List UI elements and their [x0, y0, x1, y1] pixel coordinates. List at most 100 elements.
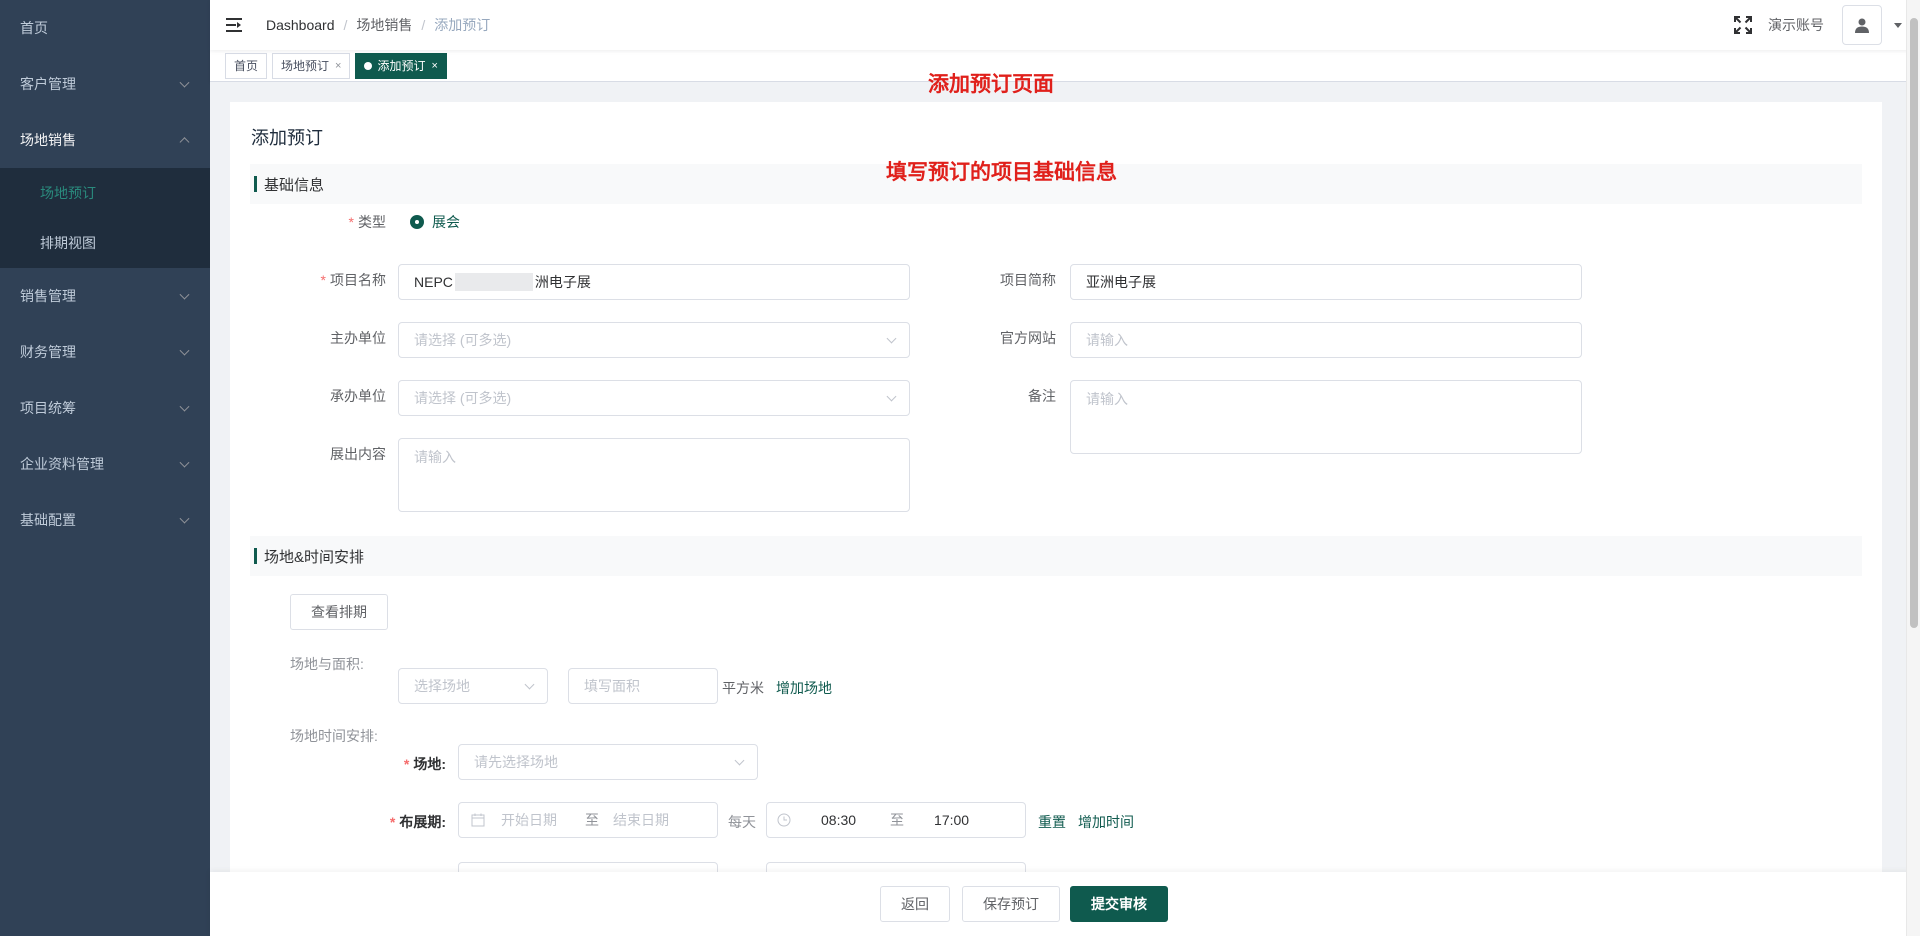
chevron-down-icon [179, 345, 190, 356]
venue-time-label: 场地时间安排: [290, 728, 378, 744]
sidebar-item-label: 基础配置 [20, 512, 76, 528]
hamburger-icon[interactable] [226, 18, 242, 32]
active-dot-icon [364, 61, 373, 70]
user-icon [1855, 18, 1869, 33]
tag-venue-booking[interactable]: 场地预订 × [272, 52, 351, 79]
clock-icon [777, 813, 791, 827]
type-radio-exhibition[interactable]: 展会 [410, 212, 460, 232]
sidebar-item-enterprise-data[interactable]: 企业资料管理 [0, 436, 210, 492]
right-menu: 演示账号 [1734, 0, 1902, 50]
section-title: 基础信息 [264, 176, 325, 194]
sidebar-item-label: 首页 [20, 20, 48, 36]
page-scrollbar[interactable] [1906, 0, 1920, 936]
type-label: * 类型 [348, 214, 386, 230]
main-area: Dashboard / 场地销售 / 添加预订 演示账号 首页 场地预订 × 添… [210, 0, 1920, 936]
daily-label: 每天 [728, 814, 756, 830]
sidebar-subitem-schedule-view[interactable]: 排期视图 [0, 218, 210, 268]
fullscreen-icon[interactable] [1734, 16, 1752, 34]
sidebar-subitem-venue-booking[interactable]: 场地预订 [0, 168, 210, 218]
venue-label: * 场地: [403, 756, 446, 772]
radio-checked-icon [410, 215, 424, 229]
submit-review-button[interactable]: 提交审核 [1070, 886, 1168, 922]
tag-home[interactable]: 首页 [225, 52, 268, 79]
app-main: 添加预订 基础信息 * 类型 展会 * 项目名称 NEPC 洲电子展 项目简称 … [210, 71, 1920, 936]
calendar-icon [471, 813, 485, 827]
form-card: 添加预订 基础信息 * 类型 展会 * 项目名称 NEPC 洲电子展 项目简称 … [230, 102, 1882, 902]
chevron-down-icon [179, 289, 190, 300]
chevron-down-icon [179, 401, 190, 412]
organizer-select[interactable]: 请选择 (可多选) [398, 322, 910, 358]
chevron-down-icon [179, 513, 190, 524]
breadcrumb-add-booking: 添加预订 [434, 17, 491, 33]
project-short-input[interactable]: 亚洲电子展 [1070, 264, 1582, 300]
caret-down-icon[interactable] [1894, 22, 1902, 28]
sidebar-item-customer-management[interactable]: 客户管理 [0, 56, 210, 112]
organizer-label: 主办单位 [330, 330, 386, 346]
sidebar-item-home[interactable]: 首页 [0, 0, 210, 56]
sidebar-item-label: 客户管理 [20, 76, 76, 92]
close-icon[interactable]: × [431, 54, 437, 78]
add-venue-link[interactable]: 增加场地 [776, 678, 832, 698]
section-title: 场地&时间安排 [264, 548, 365, 566]
setup-period-label: * 布展期: [389, 814, 446, 830]
chevron-up-icon [179, 137, 190, 148]
project-name-label: * 项目名称 [320, 272, 386, 288]
venue-first-select[interactable]: 请先选择场地 [458, 744, 758, 780]
chevron-down-icon [179, 457, 190, 468]
breadcrumb: Dashboard / 场地销售 / 添加预订 [266, 15, 491, 35]
contractor-select[interactable]: 请选择 (可多选) [398, 380, 910, 416]
annotation-section: 填写预订的项目基础信息 [886, 159, 1117, 184]
sidebar-item-label: 财务管理 [20, 344, 76, 360]
page-title: 添加预订 [251, 128, 323, 148]
chevron-down-icon [886, 333, 897, 344]
footer-action-bar: 返回 保存预订 提交审核 [210, 872, 1920, 936]
avatar[interactable] [1842, 5, 1882, 45]
tag-label: 场地预订 [281, 58, 330, 73]
area-input[interactable]: 填写面积 [568, 668, 718, 704]
navbar: Dashboard / 场地销售 / 添加预订 演示账号 [210, 0, 1920, 50]
sidebar-item-sales-management[interactable]: 销售管理 [0, 268, 210, 324]
breadcrumb-dashboard[interactable]: Dashboard [266, 17, 335, 33]
website-label: 官方网站 [1000, 330, 1056, 346]
exhibit-content-label: 展出内容 [330, 446, 386, 462]
add-time-link[interactable]: 增加时间 [1078, 812, 1134, 832]
sidebar-item-basic-config[interactable]: 基础配置 [0, 492, 210, 548]
venue-select[interactable]: 选择场地 [398, 668, 548, 704]
tag-label: 添加预订 [377, 58, 426, 73]
area-unit: 平方米 [722, 680, 764, 696]
sidebar-item-project-planning[interactable]: 项目统筹 [0, 380, 210, 436]
sidebar: 首页 客户管理 场地销售 场地预订 排期视图 销售管理 财务管理 项目统筹 企业… [0, 0, 210, 936]
redacted-block [454, 273, 533, 291]
scrollbar-thumb[interactable] [1910, 18, 1918, 628]
time-end: 17:00 [934, 812, 970, 828]
sidebar-item-label: 企业资料管理 [20, 456, 104, 472]
sidebar-item-label: 销售管理 [20, 288, 76, 304]
chevron-down-icon [886, 391, 897, 402]
reset-link[interactable]: 重置 [1038, 812, 1066, 832]
time-start: 08:30 [821, 812, 857, 828]
remark-textarea[interactable]: 请输入 [1070, 380, 1582, 454]
close-icon[interactable]: × [335, 54, 341, 78]
sidebar-item-finance-management[interactable]: 财务管理 [0, 324, 210, 380]
save-booking-button[interactable]: 保存预订 [962, 886, 1060, 922]
tag-add-booking[interactable]: 添加预订 × [355, 52, 447, 79]
remark-label: 备注 [1028, 388, 1056, 404]
exhibit-content-textarea[interactable]: 请输入 [398, 438, 910, 512]
chevron-down-icon [734, 755, 745, 766]
sidebar-subitem-label: 排期视图 [40, 235, 96, 251]
sidebar-item-venue-sales[interactable]: 场地销售 [0, 112, 210, 168]
breadcrumb-venue-sales[interactable]: 场地销售 [356, 15, 412, 35]
sidebar-item-label: 项目统筹 [20, 400, 76, 416]
website-input[interactable]: 请输入 [1070, 322, 1582, 358]
daily-time-range[interactable]: 08:30 至 17:00 [766, 802, 1026, 838]
setup-date-range[interactable]: 开始日期 至 结束日期 [458, 802, 718, 838]
project-short-label: 项目简称 [1000, 272, 1056, 288]
tags-view: 首页 场地预订 × 添加预订 × [210, 50, 1920, 82]
contractor-label: 承办单位 [330, 388, 386, 404]
project-name-input[interactable]: NEPC 洲电子展 [398, 264, 910, 300]
sidebar-subitem-label: 场地预订 [40, 185, 96, 201]
section-venue-time: 场地&时间安排 [250, 536, 1862, 576]
view-schedule-button[interactable]: 查看排期 [290, 594, 388, 630]
account-name[interactable]: 演示账号 [1768, 15, 1824, 35]
back-button[interactable]: 返回 [880, 886, 950, 922]
